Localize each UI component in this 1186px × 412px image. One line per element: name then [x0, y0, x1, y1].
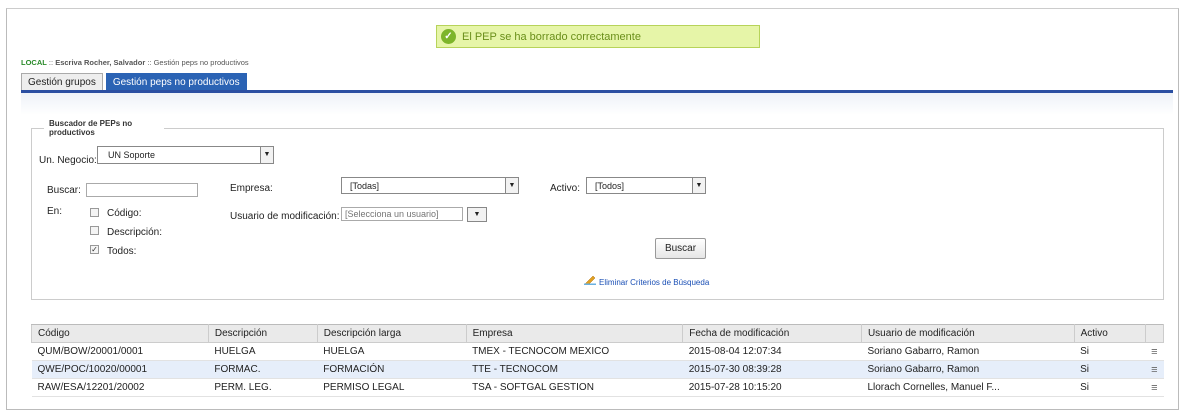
breadcrumb-page: Gestión peps no productivos	[153, 58, 249, 67]
table-header-row: Código Descripción Descripción larga Emp…	[31, 324, 1165, 343]
un-negocio-select[interactable]: UN Soporte ▼	[97, 146, 274, 164]
col-descripcion[interactable]: Descripción	[207, 324, 318, 343]
col-usuario[interactable]: Usuario de modificación	[860, 324, 1075, 343]
search-panel-title: Buscador de PEPs no productivos	[44, 119, 164, 137]
success-toast: ✓ El PEP se ha borrado correctamente	[436, 25, 760, 48]
clear-criteria-link[interactable]: Eliminar Criterios de Búsqueda	[599, 278, 709, 287]
cell-descripcion: PERM. LEG.	[208, 378, 318, 397]
check-circle-icon: ✓	[441, 29, 456, 44]
buscar-input[interactable]	[86, 183, 198, 197]
breadcrumb-separator: ::	[46, 58, 56, 67]
table-row[interactable]: QWE/POC/10020/00001 FORMAC. FORMACIÓN TT…	[31, 360, 1164, 379]
cell-fecha: 2015-07-30 08:39:28	[682, 360, 862, 379]
cell-fecha: 2015-08-04 12:07:34	[682, 342, 862, 361]
buscar-button[interactable]: Buscar	[655, 238, 706, 259]
col-fecha[interactable]: Fecha de modificación	[682, 324, 862, 343]
tab-gestion-grupos[interactable]: Gestión grupos	[21, 73, 103, 91]
cell-descripcion-larga: PERMISO LEGAL	[317, 378, 467, 397]
un-negocio-label: Un. Negocio:	[39, 155, 97, 166]
usuario-dropdown-button[interactable]: ▼	[467, 207, 487, 222]
cell-activo: Si	[1074, 342, 1146, 361]
descripcion-option-label: Descripción:	[107, 227, 163, 238]
table-row[interactable]: QUM/BOW/20001/0001 HUELGA HUELGA TMEX - …	[31, 342, 1164, 361]
empresa-label: Empresa:	[230, 183, 273, 194]
activo-value: [Todos]	[595, 181, 625, 191]
cell-empresa: TMEX - TECNOCOM MEXICO	[466, 342, 683, 361]
cell-usuario: Soriano Gabarro, Ramon	[861, 360, 1075, 379]
usuario-input[interactable]	[341, 207, 463, 221]
cell-descripcion: FORMAC.	[208, 360, 318, 379]
breadcrumb-separator: ::	[145, 58, 154, 67]
empresa-value: [Todas]	[350, 181, 380, 191]
col-codigo[interactable]: Código	[31, 324, 209, 343]
chevron-down-icon: ▼	[260, 147, 273, 163]
cell-descripcion-larga: HUELGA	[317, 342, 467, 361]
codigo-checkbox[interactable]	[90, 208, 99, 217]
col-activo[interactable]: Activo	[1073, 324, 1146, 343]
cell-empresa: TSA - SOFTGAL GESTION	[466, 378, 683, 397]
breadcrumb-user: Escriva Rocher, Salvador	[55, 58, 146, 67]
activo-label: Activo:	[550, 183, 581, 194]
codigo-option-label: Código:	[107, 208, 142, 219]
cell-activo: Si	[1074, 378, 1146, 397]
hamburger-menu-icon[interactable]: ≡	[1145, 378, 1164, 397]
header-gradient	[21, 93, 1173, 115]
hamburger-menu-icon[interactable]: ≡	[1145, 360, 1164, 379]
empresa-select[interactable]: [Todas] ▼	[341, 177, 519, 194]
breadcrumb-env: LOCAL	[21, 58, 47, 67]
cell-empresa: TTE - TECNOCOM	[466, 360, 683, 379]
en-label: En:	[47, 206, 63, 217]
cell-descripcion-larga: FORMACIÓN	[317, 360, 467, 379]
table-row[interactable]: RAW/ESA/12201/20002 PERM. LEG. PERMISO L…	[31, 378, 1164, 397]
hamburger-menu-icon[interactable]: ≡	[1145, 342, 1164, 361]
descripcion-checkbox[interactable]	[90, 226, 99, 235]
tab-bar: Gestión grupos Gestión peps no productiv…	[21, 73, 247, 91]
col-descripcion-larga[interactable]: Descripción larga	[316, 324, 467, 343]
peps-table: Código Descripción Descripción larga Emp…	[31, 324, 1165, 397]
todos-option-label: Todos:	[107, 246, 137, 257]
toast-message: El PEP se ha borrado correctamente	[462, 30, 641, 43]
pencil-eraser-icon	[584, 275, 596, 285]
cell-codigo: QUM/BOW/20001/0001	[31, 342, 209, 361]
chevron-down-icon: ▼	[692, 178, 705, 193]
usuario-label: Usuario de modificación:	[230, 211, 340, 222]
cell-usuario: Soriano Gabarro, Ramon	[861, 342, 1075, 361]
chevron-down-icon: ▼	[505, 178, 518, 193]
tab-gestion-peps[interactable]: Gestión peps no productivos	[105, 73, 247, 91]
col-empresa[interactable]: Empresa	[465, 324, 684, 343]
activo-select[interactable]: [Todos] ▼	[586, 177, 706, 194]
cell-descripcion: HUELGA	[208, 342, 318, 361]
buscar-label: Buscar:	[47, 185, 81, 196]
cell-codigo: RAW/ESA/12201/20002	[31, 378, 209, 397]
todos-checkbox[interactable]: ✓	[90, 245, 99, 254]
cell-fecha: 2015-07-28 10:15:20	[682, 378, 862, 397]
un-negocio-value: UN Soporte	[108, 150, 156, 160]
cell-usuario: Llorach Cornelles, Manuel F...	[861, 378, 1075, 397]
breadcrumb: LOCAL :: Escriva Rocher, Salvador :: Ges…	[21, 58, 249, 67]
cell-activo: Si	[1074, 360, 1146, 379]
col-actions	[1144, 324, 1165, 343]
chevron-down-icon: ▼	[468, 208, 486, 221]
cell-codigo: QWE/POC/10020/00001	[31, 360, 209, 379]
